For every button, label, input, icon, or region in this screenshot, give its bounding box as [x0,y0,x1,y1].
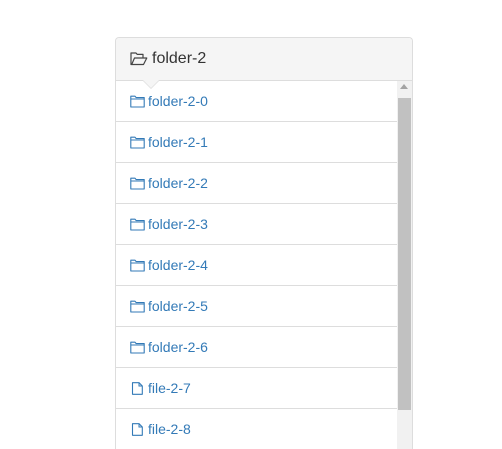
folder-list-item[interactable]: folder-2-6 [116,327,397,368]
scrollbar-thumb[interactable] [398,98,411,410]
folder-icon [130,341,145,354]
folder-icon [130,136,145,149]
item-label: folder-2-4 [148,257,208,273]
folder-item-list: folder-2-0 folder-2-1 folder-2-2 folder-2-3… [116,81,397,449]
item-label: folder-2-2 [148,175,208,191]
file-icon [130,381,145,395]
item-label: folder-2-1 [148,134,208,150]
folder-browser-panel: folder-2 folder-2-0 folder-2-1 folder-2-2 f… [115,37,413,449]
item-label: folder-2-5 [148,298,208,314]
item-label: folder-2-3 [148,216,208,232]
current-folder-title: folder-2 [152,50,207,67]
folder-icon [130,259,145,272]
vertical-scrollbar[interactable] [397,81,412,449]
item-label: folder-2-0 [148,93,208,109]
folder-list-item[interactable]: folder-2-2 [116,163,397,204]
folder-list-item[interactable]: folder-2-5 [116,286,397,327]
item-label: folder-2-6 [148,339,208,355]
folder-icon [130,95,145,108]
file-list-item[interactable]: file-2-7 [116,368,397,409]
folder-open-icon [130,52,148,66]
folder-icon [130,300,145,313]
folder-list-item[interactable]: folder-2-4 [116,245,397,286]
scroll-up-arrow-icon[interactable] [400,84,408,89]
file-icon [130,422,145,436]
folder-list-item[interactable]: folder-2-1 [116,122,397,163]
item-label: file-2-8 [148,421,191,437]
file-list-item[interactable]: file-2-8 [116,409,397,449]
folder-list-item[interactable]: folder-2-3 [116,204,397,245]
folder-icon [130,218,145,231]
item-label: file-2-7 [148,380,191,396]
panel-heading: folder-2 [116,38,412,89]
folder-icon [130,177,145,190]
